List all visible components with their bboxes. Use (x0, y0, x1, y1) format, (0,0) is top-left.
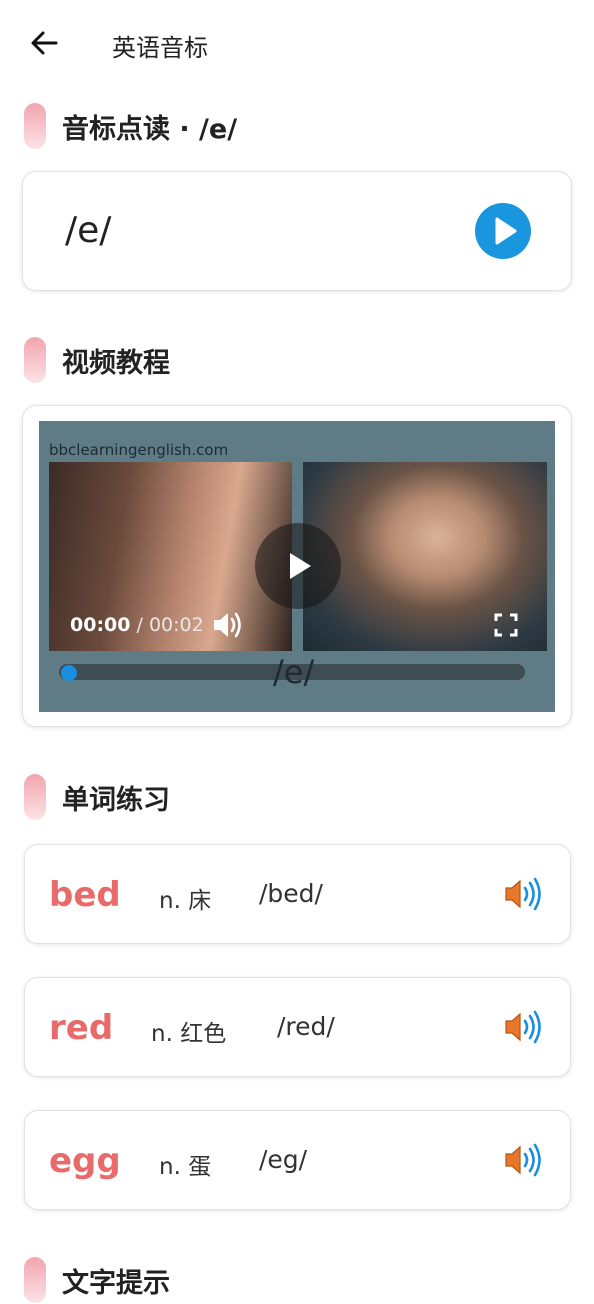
word-text: bed (49, 875, 121, 915)
play-icon (495, 217, 517, 245)
word-text: red (49, 1008, 114, 1048)
section-pill (24, 337, 46, 383)
volume-button[interactable] (211, 609, 245, 641)
speaker-button[interactable] (503, 1142, 543, 1178)
speaker-icon (505, 1010, 541, 1044)
video-player[interactable]: bbclearningenglish.com 00:00 / 00:02 /e/ (39, 421, 555, 712)
video-caption: /e/ (273, 653, 315, 691)
speaker-button[interactable] (503, 876, 543, 912)
word-meaning: n. 蛋 (159, 1154, 212, 1180)
video-card: bbclearningenglish.com 00:00 / 00:02 /e/ (22, 405, 572, 727)
speaker-icon (505, 1143, 541, 1177)
word-phonetic: /eg/ (259, 1145, 308, 1174)
speaker-icon (505, 877, 541, 911)
section-pill (24, 1257, 46, 1303)
word-card[interactable]: egg n. 蛋 /eg/ (24, 1110, 571, 1210)
speaker-button[interactable] (503, 1009, 543, 1045)
section-title: 文字提示 (62, 1267, 170, 1299)
word-meaning: n. 床 (159, 888, 212, 914)
back-button[interactable] (26, 26, 62, 62)
page-title: 英语音标 (112, 34, 208, 62)
video-site-watermark: bbclearningenglish.com (49, 441, 229, 459)
word-card[interactable]: red n. 红色 /red/ (24, 977, 571, 1077)
fullscreen-button[interactable] (493, 612, 519, 638)
section-title: 视频教程 (62, 347, 170, 379)
arrow-left-icon (31, 31, 58, 55)
section-pill (24, 774, 46, 820)
section-pill (24, 103, 46, 149)
section-header-video: 视频教程 (24, 336, 170, 384)
word-meaning: n. 红色 (151, 1021, 227, 1047)
video-play-button[interactable] (255, 523, 341, 609)
play-icon (290, 553, 311, 579)
section-header-practice: 单词练习 (24, 773, 170, 821)
section-header-tips: 文字提示 (24, 1256, 170, 1304)
word-phonetic: /bed/ (259, 879, 323, 908)
word-card[interactable]: bed n. 床 /bed/ (24, 844, 571, 944)
time-separator: / (130, 614, 149, 636)
phonetic-card: /e/ (22, 171, 572, 291)
fullscreen-icon (494, 613, 518, 637)
word-text: egg (49, 1141, 121, 1181)
section-title: 单词练习 (62, 784, 170, 816)
volume-icon (214, 612, 241, 638)
phonetic-symbol: /e/ (65, 210, 112, 251)
video-progress-knob[interactable] (61, 665, 77, 681)
section-title: 音标点读 · /e/ (62, 113, 238, 145)
section-header-phonetic: 音标点读 · /e/ (24, 102, 237, 150)
play-button[interactable] (475, 203, 531, 259)
word-phonetic: /red/ (277, 1012, 335, 1041)
current-time: 00:00 (70, 614, 131, 636)
video-time: 00:00 / 00:02 (70, 614, 204, 636)
duration: 00:02 (148, 614, 204, 636)
